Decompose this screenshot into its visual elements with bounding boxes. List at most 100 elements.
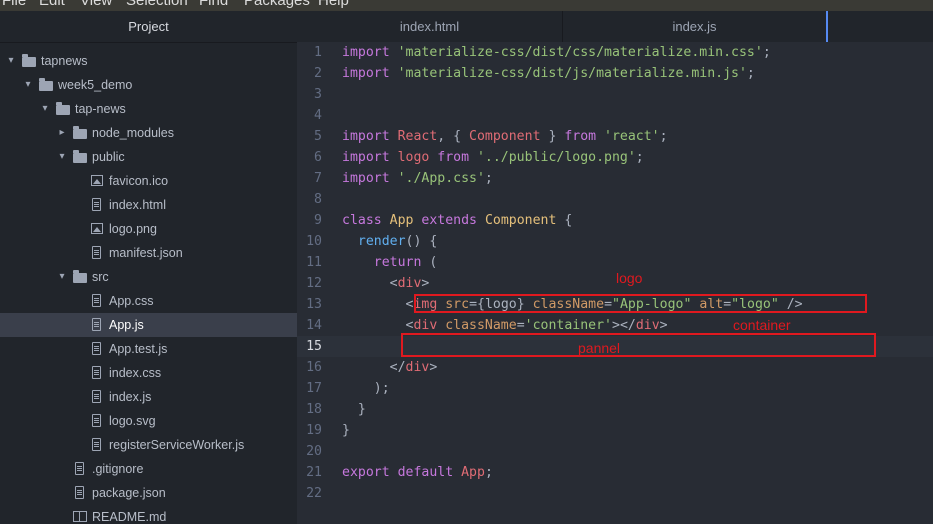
menu-selection[interactable]: Selection	[126, 0, 188, 11]
menu-find[interactable]: Find	[199, 0, 228, 11]
line-number: 18	[306, 402, 322, 417]
menu-packages[interactable]: Packages	[244, 0, 310, 11]
tree-item-label: registerServiceWorker.js	[109, 438, 245, 452]
tree-file-logo-png[interactable]: logo.png	[0, 217, 297, 241]
code-line[interactable]: 19}	[297, 420, 933, 441]
code-token: App	[461, 465, 485, 480]
code-line[interactable]: 22	[297, 483, 933, 504]
code-line[interactable]: 1 import 'materialize-css/dist/css/materi…	[297, 42, 933, 63]
code-line[interactable]: 11 return (	[297, 252, 933, 273]
tree-file-package-json[interactable]: package.json	[0, 481, 297, 505]
image-file-icon	[90, 222, 104, 235]
code-token: 'react'	[604, 129, 660, 144]
code-line[interactable]: 8	[297, 189, 933, 210]
menu-view[interactable]: View	[80, 0, 112, 11]
tree-file-index-html[interactable]: index.html	[0, 193, 297, 217]
code-token: <	[342, 297, 414, 312]
code-token: div	[413, 318, 446, 333]
menu-file[interactable]: File	[2, 0, 26, 11]
tree-file-gitignore[interactable]: .gitignore	[0, 457, 297, 481]
code-editor[interactable]: 1 import 'materialize-css/dist/css/materi…	[297, 42, 933, 524]
chevron-down-icon[interactable]: ▾	[57, 145, 67, 169]
code-token: (	[421, 255, 438, 270]
logo-annotation-label: logo	[616, 270, 643, 286]
tree-item-label: App.css	[109, 294, 154, 308]
tree-folder-week5-demo[interactable]: ▾ week5_demo	[0, 73, 297, 97]
line-number: 15	[306, 339, 322, 354]
menu-edit[interactable]: Edit	[39, 0, 65, 11]
code-token: React	[397, 129, 438, 144]
tree-file-index-css[interactable]: index.css	[0, 361, 297, 385]
code-line[interactable]: 7 import './App.css';	[297, 168, 933, 189]
code-line[interactable]: 6 import logo from '../public/logo.png';	[297, 147, 933, 168]
tree-folder-node-modules[interactable]: ▸ node_modules	[0, 121, 297, 145]
tree-file-app-css[interactable]: App.css	[0, 289, 297, 313]
tree-folder-tap-news[interactable]: ▾ tap-news	[0, 97, 297, 121]
tree-item-label: tapnews	[41, 54, 88, 68]
tree-item-label: favicon.ico	[109, 174, 169, 188]
tree-file-index-js[interactable]: index.js	[0, 385, 297, 409]
code-text: export default App;	[342, 462, 493, 483]
code-token: div	[405, 360, 430, 375]
code-line[interactable]: 9 class App extends Component {	[297, 210, 933, 231]
chevron-down-icon[interactable]: ▾	[6, 49, 16, 73]
folder-icon	[73, 126, 87, 139]
chevron-right-icon[interactable]: ▸	[57, 121, 67, 145]
tree-item-label: tap-news	[75, 102, 126, 116]
code-text: import 'materialize-css/dist/css/materia…	[342, 42, 771, 63]
code-token: , {	[437, 129, 470, 144]
line-number: 8	[314, 192, 322, 207]
code-token: logo	[397, 150, 438, 165]
tree-folder-tapnews[interactable]: ▾ tapnews	[0, 49, 297, 73]
code-token: {	[556, 213, 573, 228]
tree-file-manifest-json[interactable]: manifest.json	[0, 241, 297, 265]
code-line[interactable]: 16 </div>	[297, 357, 933, 378]
tree-item-label: package.json	[92, 486, 166, 500]
chevron-down-icon[interactable]: ▾	[23, 73, 33, 97]
tree-file-readme-md[interactable]: README.md	[0, 505, 297, 524]
code-line[interactable]: 5 import React, { Component } from 'react…	[297, 126, 933, 147]
tree-item-label: public	[92, 150, 125, 164]
code-text: import React, { Component } from 'react'…	[342, 126, 668, 147]
code-line[interactable]: 2 import 'materialize-css/dist/js/materia…	[297, 63, 933, 84]
tab-index-js[interactable]: index.js	[563, 11, 826, 42]
tree-file-logo-svg[interactable]: logo.svg	[0, 409, 297, 433]
code-token: class	[342, 213, 390, 228]
tree-folder-public[interactable]: ▾ public	[0, 145, 297, 169]
code-line[interactable]: 20	[297, 441, 933, 462]
code-line[interactable]: 21 export default App;	[297, 462, 933, 483]
code-token: render	[357, 234, 406, 249]
code-token: ;	[659, 129, 668, 144]
code-token: className	[445, 318, 517, 333]
tab-index-html[interactable]: index.html	[297, 11, 562, 42]
code-line[interactable]: 18 }	[297, 399, 933, 420]
tree-file-registerserviceworker-js[interactable]: registerServiceWorker.js	[0, 433, 297, 457]
code-token: extends	[421, 213, 485, 228]
tree-item-label: .gitignore	[92, 462, 144, 476]
tree-file-favicon-ico[interactable]: favicon.ico	[0, 169, 297, 193]
code-token: >	[429, 360, 438, 375]
tree-file-app-js[interactable]: App.js	[0, 313, 297, 337]
code-line[interactable]: 3	[297, 84, 933, 105]
chevron-down-icon[interactable]: ▾	[57, 265, 67, 289]
code-token: Component	[469, 129, 541, 144]
tree-item-label: App.test.js	[109, 342, 168, 356]
active-tab-indicator	[826, 11, 828, 42]
tree-folder-src[interactable]: ▾ src	[0, 265, 297, 289]
folder-icon	[73, 270, 87, 283]
file-icon	[73, 462, 87, 475]
code-line[interactable]: 17 );	[297, 378, 933, 399]
tree-file-app-test-js[interactable]: App.test.js	[0, 337, 297, 361]
line-number: 12	[306, 276, 322, 291]
code-token: App	[389, 213, 422, 228]
line-number: 7	[314, 171, 322, 186]
menu-help[interactable]: Help	[318, 0, 349, 11]
code-token: Component	[484, 213, 557, 228]
image-file-icon	[90, 174, 104, 187]
code-line[interactable]: 10 render() {	[297, 231, 933, 252]
code-line[interactable]: 4	[297, 105, 933, 126]
chevron-down-icon[interactable]: ▾	[40, 97, 50, 121]
code-token: <	[342, 318, 414, 333]
book-icon	[73, 510, 87, 523]
code-line[interactable]: 12 <div>	[297, 273, 933, 294]
